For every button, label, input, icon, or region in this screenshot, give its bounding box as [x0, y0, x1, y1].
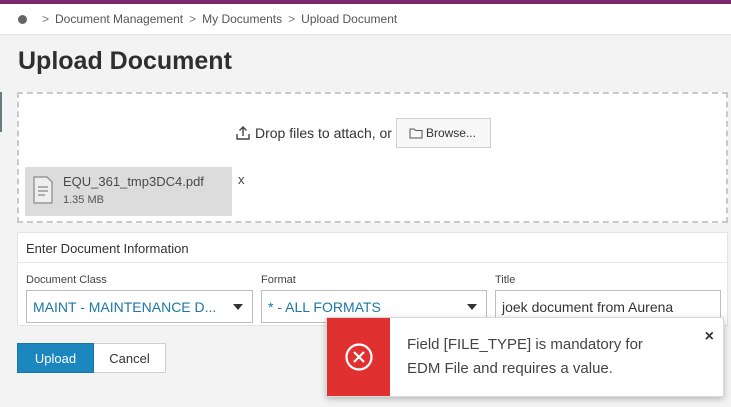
cancel-button[interactable]: Cancel: [94, 343, 166, 373]
title-label: Title: [495, 274, 516, 286]
document-class-label: Document Class: [26, 274, 107, 286]
file-dropzone[interactable]: Drop files to attach, or Browse... EQU_3…: [17, 92, 728, 223]
toast-icon-panel: [327, 318, 390, 396]
breadcrumb: > Document Management > My Documents > U…: [0, 4, 731, 35]
breadcrumb-separator: >: [189, 12, 197, 26]
attached-file-card: EQU_361_tmp3DC4.pdf 1.35 MB: [25, 167, 232, 216]
remove-file-button[interactable]: x: [238, 172, 245, 187]
format-label: Format: [261, 274, 296, 286]
browse-button[interactable]: Browse...: [395, 118, 491, 148]
upload-icon: [236, 126, 250, 140]
dropzone-prompt: Drop files to attach, or: [255, 125, 392, 141]
breadcrumb-item-upload-document: Upload Document: [301, 12, 398, 26]
breadcrumb-separator: >: [288, 12, 296, 26]
file-size: 1.35 MB: [63, 194, 104, 206]
folder-icon: [409, 128, 423, 139]
chevron-right-icon: >: [42, 12, 50, 26]
dropdown-caret-icon: [233, 304, 243, 310]
title-value: joek document from Aurena: [502, 298, 674, 315]
format-value: * - ALL FORMATS: [268, 298, 381, 315]
document-class-select[interactable]: MAINT - MAINTENANCE D...: [26, 290, 253, 323]
document-info-panel: Enter Document Information Document Clas…: [17, 232, 728, 326]
side-edge: [0, 92, 2, 132]
file-name: EQU_361_tmp3DC4.pdf: [63, 174, 204, 189]
dropdown-caret-icon: [467, 304, 477, 310]
breadcrumb-item-document-management[interactable]: Document Management: [55, 12, 183, 26]
close-icon[interactable]: ×: [705, 328, 714, 346]
browse-label: Browse...: [425, 126, 476, 140]
upload-button[interactable]: Upload: [17, 343, 94, 373]
document-class-value: MAINT - MAINTENANCE D...: [33, 298, 217, 315]
dropzone-prompt-row: Drop files to attach, or Browse...: [235, 118, 491, 148]
breadcrumb-item-my-documents[interactable]: My Documents: [202, 12, 282, 26]
error-circle-x-icon: [344, 343, 373, 371]
home-icon[interactable]: [18, 14, 27, 24]
error-toast: Field [FILE_TYPE] is mandatory for EDM F…: [326, 317, 724, 397]
document-icon: [33, 176, 53, 204]
document-info-heading: Enter Document Information: [18, 233, 727, 263]
toast-message: Field [FILE_TYPE] is mandatory for EDM F…: [407, 336, 643, 377]
page-title: Upload Document: [18, 47, 232, 75]
form-actions: Upload Cancel: [17, 343, 166, 373]
